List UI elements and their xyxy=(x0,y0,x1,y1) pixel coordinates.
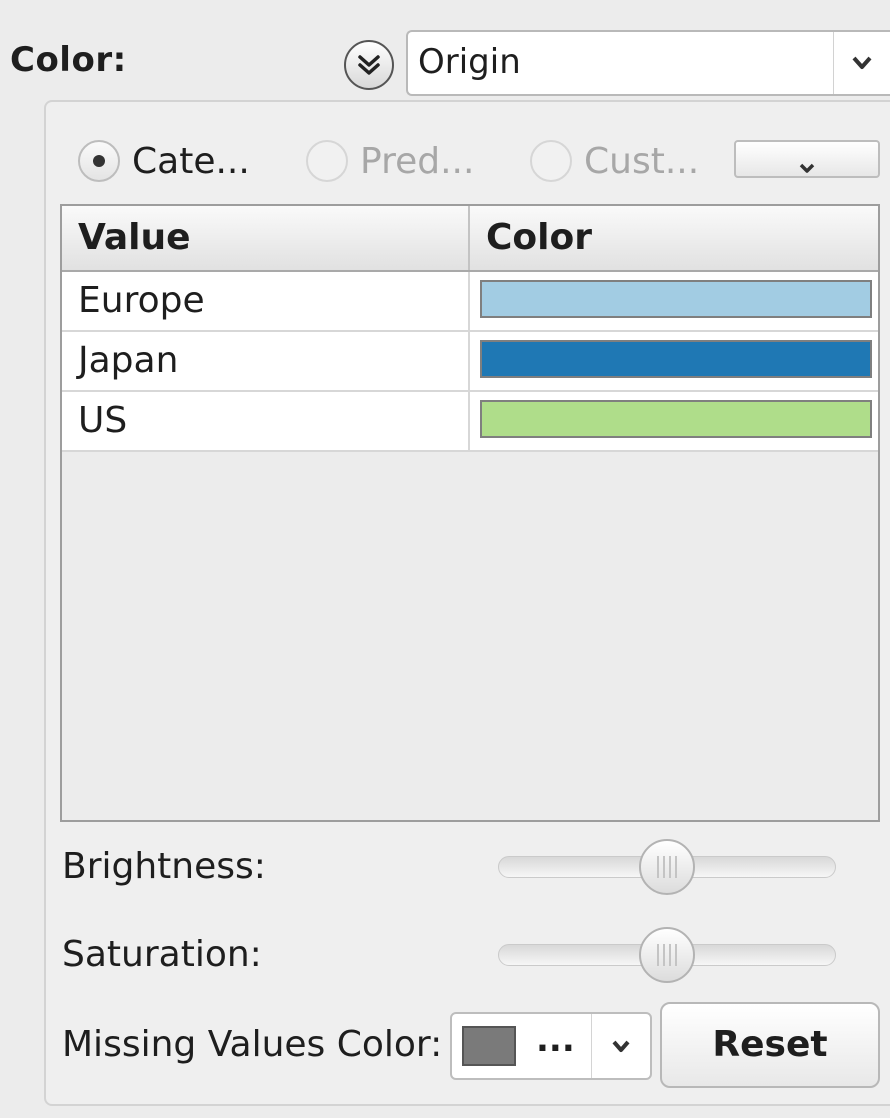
radio-custom: Cust... xyxy=(530,134,699,188)
radio-predefined: Pred... xyxy=(306,134,474,188)
missing-values-color-select[interactable]: ... xyxy=(450,1012,652,1080)
saturation-slider-thumb[interactable] xyxy=(639,927,695,983)
color-column-header[interactable]: Color xyxy=(486,206,592,270)
chevron-down-icon xyxy=(612,1040,630,1052)
color-swatch[interactable] xyxy=(480,280,872,318)
color-label: Color: xyxy=(10,40,127,80)
value-column-header[interactable]: Value xyxy=(78,206,191,270)
dropdown-arrow[interactable] xyxy=(591,1014,650,1078)
table-row[interactable]: Europe xyxy=(62,272,878,332)
radio-categorical-label: Cate... xyxy=(132,140,250,182)
table-row[interactable]: Japan xyxy=(62,332,878,392)
brightness-slider-thumb[interactable] xyxy=(639,839,695,895)
radio-custom-label: Cust... xyxy=(584,140,700,182)
missing-values-color-label: Missing Values Color: xyxy=(62,1024,443,1065)
value-cell: Europe xyxy=(78,280,205,321)
color-swatch[interactable] xyxy=(480,400,872,438)
color-header: Color: Origin xyxy=(0,0,890,104)
radio-indicator xyxy=(530,140,572,182)
chevron-down-icon xyxy=(852,56,872,69)
palette-select[interactable] xyxy=(734,140,880,178)
missing-color-swatch xyxy=(462,1026,516,1066)
radio-predefined-label: Pred... xyxy=(360,140,475,182)
value-cell: Japan xyxy=(78,340,179,381)
saturation-label: Saturation: xyxy=(62,934,262,975)
color-swatch[interactable] xyxy=(480,340,872,378)
radio-indicator xyxy=(306,140,348,182)
chevron-down-icon xyxy=(799,163,815,173)
radio-indicator xyxy=(78,140,120,182)
missing-color-ellipsis: ... xyxy=(536,1020,575,1060)
color-column-value: Origin xyxy=(418,42,521,82)
color-mapping-table: Value Color Europe Japan US xyxy=(60,204,880,822)
expand-button[interactable] xyxy=(344,40,394,90)
double-chevron-down-icon xyxy=(358,55,380,75)
value-cell: US xyxy=(78,400,128,441)
table-row[interactable]: US xyxy=(62,392,878,452)
dropdown-arrow[interactable] xyxy=(833,32,890,94)
radio-categorical[interactable]: Cate... xyxy=(78,134,250,188)
table-header: Value Color xyxy=(62,206,878,272)
reset-button[interactable]: Reset xyxy=(660,1002,880,1088)
brightness-label: Brightness: xyxy=(62,846,266,887)
color-column-select[interactable]: Origin xyxy=(406,30,890,96)
